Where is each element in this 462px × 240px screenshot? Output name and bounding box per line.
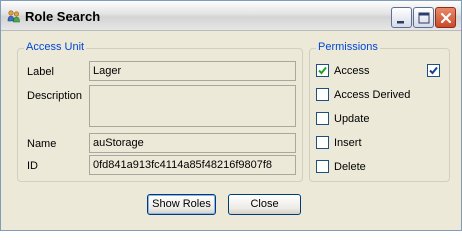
name-caption: Name [27, 138, 57, 150]
permissions-group-title: Permissions [316, 41, 380, 53]
role-search-window: Role Search Access Unit Label Lager Desc… [0, 0, 462, 231]
extra-checkbox[interactable] [427, 64, 440, 77]
people-icon [7, 9, 21, 23]
maximize-button[interactable] [413, 7, 434, 28]
delete-checkbox[interactable] [316, 160, 329, 173]
update-checkbox[interactable] [316, 112, 329, 125]
access-checkbox[interactable] [316, 64, 329, 77]
insert-checkbox[interactable] [316, 136, 329, 149]
close-window-button[interactable] [435, 7, 456, 28]
label-field[interactable]: Lager [89, 61, 296, 81]
access-derived-label[interactable]: Access Derived [334, 89, 410, 101]
permissions-group: Permissions Access Access Derived Update… [309, 41, 450, 182]
description-field[interactable] [89, 85, 296, 127]
access-unit-group-title: Access Unit [24, 41, 87, 53]
show-roles-button[interactable]: Show Roles [147, 194, 216, 215]
id-field[interactable]: 0fd841a913fc4114a85f48216f9807f8 [89, 155, 296, 175]
minimize-button[interactable] [391, 7, 412, 28]
update-label[interactable]: Update [334, 113, 369, 125]
access-label[interactable]: Access [334, 65, 369, 77]
minimize-icon [397, 21, 404, 24]
checkmark-icon [318, 66, 327, 75]
close-button[interactable]: Close [228, 194, 301, 215]
title-bar[interactable]: Role Search [1, 1, 461, 31]
insert-label[interactable]: Insert [334, 137, 362, 149]
checkmark-icon [429, 66, 438, 75]
label-caption: Label [27, 66, 54, 78]
close-icon [440, 12, 452, 24]
access-derived-checkbox[interactable] [316, 88, 329, 101]
window-title: Role Search [25, 9, 101, 24]
access-unit-group: Access Unit Label Lager Description Name… [17, 41, 303, 182]
delete-label[interactable]: Delete [334, 161, 366, 173]
id-caption: ID [27, 160, 38, 172]
name-field[interactable]: auStorage [89, 133, 296, 153]
maximize-icon [418, 12, 430, 24]
description-caption: Description [27, 90, 83, 102]
